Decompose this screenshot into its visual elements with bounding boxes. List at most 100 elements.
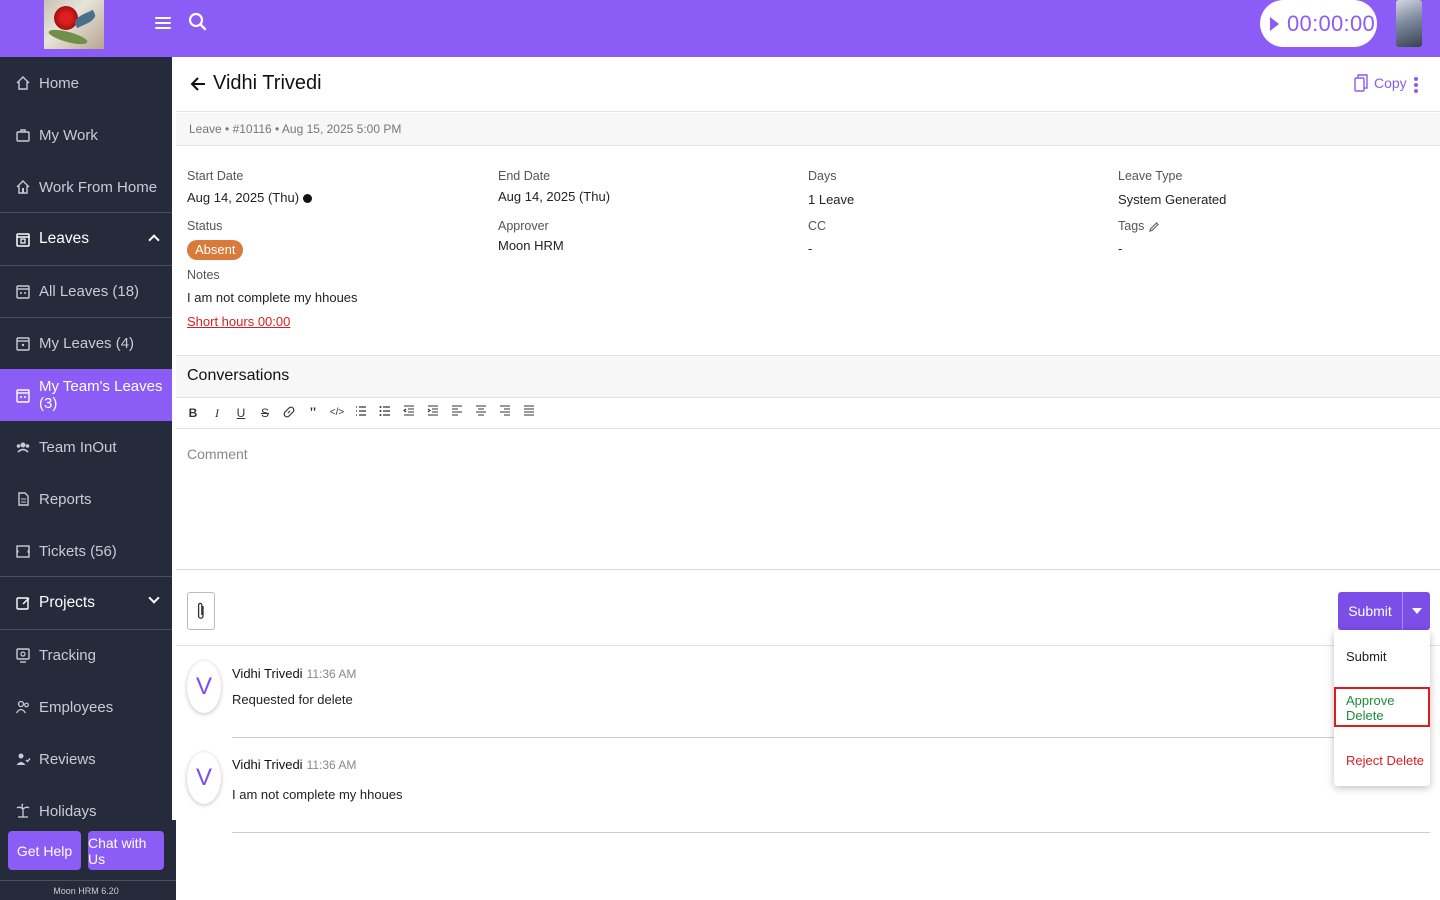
cc-value: -: [808, 241, 813, 256]
submit-dropdown-toggle[interactable]: [1402, 592, 1430, 630]
strikethrough-icon[interactable]: S: [257, 405, 273, 421]
calendar-icon: [15, 386, 31, 404]
tracking-icon: [15, 646, 31, 664]
comment-avatar: V: [187, 752, 221, 804]
more-options-icon[interactable]: [1412, 75, 1420, 95]
sidebar-item-home[interactable]: Home: [0, 57, 172, 109]
comment-avatar: V: [187, 661, 221, 713]
sidebar-footer: Get Help Chat with Us Moon HRM 6.20: [0, 820, 176, 900]
bold-icon[interactable]: B: [185, 405, 201, 421]
sidebar-item-employees[interactable]: Employees: [0, 681, 172, 733]
short-hours-link[interactable]: Short hours 00:00: [187, 314, 290, 329]
timer-button[interactable]: 00:00:00: [1260, 0, 1377, 47]
chevron-down-icon: [148, 592, 160, 604]
comment-header: Vidhi Trivedi 11:36 AM: [232, 666, 356, 681]
copy-button[interactable]: Copy: [1354, 74, 1407, 92]
sidebar-item-tickets[interactable]: Tickets (56): [0, 525, 172, 577]
copy-icon: [1354, 74, 1368, 92]
sidebar-item-label: Work From Home: [39, 178, 158, 196]
sidebar-item-label: Reviews: [39, 750, 96, 768]
code-icon[interactable]: </>: [329, 405, 345, 421]
days-label: Days: [808, 169, 837, 183]
edit-pencil-icon[interactable]: [1148, 221, 1160, 233]
sidebar-item-team-inout[interactable]: Team InOut: [0, 421, 172, 473]
underline-icon[interactable]: U: [233, 405, 249, 421]
sidebar-item-leaves[interactable]: Leaves: [0, 213, 172, 265]
project-icon: [15, 594, 31, 612]
align-center-icon[interactable]: [473, 405, 489, 421]
chevron-up-icon: [148, 234, 160, 246]
conversations-header: Conversations: [176, 355, 1440, 398]
page-header: Vidhi Trivedi Copy: [176, 57, 1440, 112]
employees-icon: [15, 698, 31, 716]
company-logo[interactable]: [44, 0, 104, 49]
briefcase-icon: [15, 126, 31, 144]
search-icon[interactable]: [187, 11, 209, 33]
end-date-label: End Date: [498, 169, 551, 183]
attach-button[interactable]: [187, 592, 215, 630]
paperclip-icon: [197, 602, 204, 619]
timer-value: 00:00:00: [1287, 10, 1376, 36]
back-arrow-icon[interactable]: [190, 74, 208, 94]
sidebar-item-label: Leaves: [39, 230, 89, 247]
play-icon: [1270, 16, 1279, 31]
sidebar-item-reviews[interactable]: Reviews: [0, 733, 172, 785]
leaf-graphic: [47, 26, 89, 48]
meta-text: Leave • #10116 • Aug 15, 2025 5:00 PM: [189, 122, 402, 136]
sidebar-item-label: Holidays: [39, 802, 97, 820]
sidebar-item-label: Home: [39, 74, 80, 92]
home-icon: [15, 74, 31, 92]
approve-delete-highlight: [1334, 687, 1430, 727]
leave-meta: Leave • #10116 • Aug 15, 2025 5:00 PM: [176, 113, 1440, 146]
sidebar-item-work-from-home[interactable]: Work From Home: [0, 161, 172, 213]
status-dot-icon: [303, 194, 313, 204]
chat-with-us-button[interactable]: Chat with Us: [88, 831, 164, 870]
align-right-icon[interactable]: [497, 405, 513, 421]
copy-label: Copy: [1374, 75, 1407, 91]
sidebar-item-projects[interactable]: Projects: [0, 577, 172, 629]
tags-value: -: [1118, 241, 1123, 256]
status-badge[interactable]: Absent: [187, 240, 244, 260]
start-date-label: Start Date: [187, 169, 244, 183]
get-help-button[interactable]: Get Help: [8, 831, 81, 870]
submit-button[interactable]: Submit: [1338, 592, 1402, 630]
sidebar-item-label: All Leaves (18): [39, 282, 140, 300]
editor-toolbar: B I U S " </>: [176, 399, 1440, 429]
sidebar-item-label: Projects: [39, 594, 95, 611]
menu-icon[interactable]: [155, 14, 171, 32]
ordered-list-icon[interactable]: [353, 405, 369, 421]
sidebar-item-reports[interactable]: Reports: [0, 473, 172, 525]
sidebar-item-my-leaves[interactable]: My Leaves (4): [0, 317, 172, 369]
comment-placeholder: Comment: [187, 446, 248, 462]
version-label: Moon HRM 6.20: [53, 886, 119, 896]
comment-divider: [232, 737, 1430, 738]
conversations-title: Conversations: [187, 367, 290, 384]
comment-input[interactable]: Comment: [176, 430, 1440, 570]
quote-icon[interactable]: ": [305, 405, 321, 421]
start-date-text: Aug 14, 2025 (Thu): [187, 190, 300, 205]
calendar-icon: [15, 282, 31, 300]
approver-label: Approver: [498, 219, 549, 233]
sidebar-item-label: Team InOut: [39, 438, 117, 456]
link-icon[interactable]: [281, 405, 297, 421]
sidebar-item-label: My Leaves (4): [39, 334, 135, 352]
sidebar-item-my-work[interactable]: My Work: [0, 109, 172, 161]
menu-item-submit[interactable]: Submit: [1334, 635, 1430, 677]
outdent-icon[interactable]: [401, 405, 417, 421]
sidebar: Home My Work Work From Home Leaves All L…: [0, 57, 172, 900]
sidebar-item-all-leaves[interactable]: All Leaves (18): [0, 265, 172, 317]
flower-graphic: [54, 6, 78, 30]
indent-icon[interactable]: [425, 405, 441, 421]
italic-icon[interactable]: I: [209, 405, 225, 421]
bullet-list-icon[interactable]: [377, 405, 393, 421]
menu-item-reject-delete[interactable]: Reject Delete: [1334, 739, 1430, 781]
align-left-icon[interactable]: [449, 405, 465, 421]
holidays-icon: [15, 802, 31, 820]
user-avatar[interactable]: [1396, 0, 1422, 47]
sidebar-item-my-teams-leaves[interactable]: My Team's Leaves (3): [0, 369, 172, 421]
sidebar-item-tracking[interactable]: Tracking: [0, 629, 172, 681]
main-content: Vidhi Trivedi Copy Leave • #10116 • Aug …: [176, 57, 1440, 900]
align-justify-icon[interactable]: [521, 405, 537, 421]
sidebar-item-label: Tracking: [39, 646, 96, 664]
footer-divider: [0, 880, 176, 881]
